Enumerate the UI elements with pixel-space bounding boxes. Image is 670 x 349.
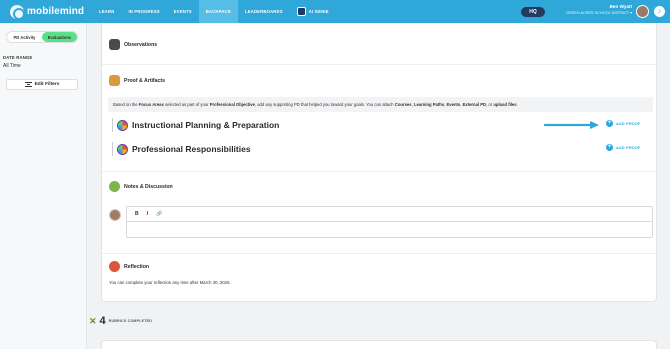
user-avatar[interactable] — [636, 5, 649, 18]
observations-header: Observations — [109, 39, 157, 50]
proof-text-8: . — [516, 102, 518, 107]
commenter-avatar — [109, 209, 121, 221]
notes-title: Notes & Discussion — [124, 183, 173, 190]
observations-title: Observations — [124, 41, 158, 48]
divider — [102, 171, 656, 172]
edit-filters-button[interactable]: Edit Filters — [6, 79, 78, 90]
add-proof-label: ADD PROOF — [616, 145, 641, 150]
reflection-icon — [109, 261, 120, 272]
user-menu[interactable]: Ben Wyatt GREEN ACRES SCHOOL DISTRICT ▾ — [566, 4, 632, 15]
reflection-header: Reflection — [109, 261, 149, 272]
binoculars-icon — [109, 39, 120, 50]
ai-genie-icon — [296, 7, 306, 16]
focus-area-row: Professional Responsibilities — [112, 142, 251, 156]
notifications-icon[interactable]: ♪ — [654, 6, 665, 17]
evaluation-card: Observations Proof & Artifacts Based on … — [101, 23, 657, 302]
proof-courses: Courses — [394, 102, 412, 107]
logo-icon — [10, 4, 25, 20]
focus-area-name: Instructional Planning & Preparation — [132, 120, 280, 130]
add-proof-label: ADD PROOF — [616, 121, 641, 126]
divider — [102, 64, 656, 65]
hq-button[interactable]: HQ — [521, 7, 545, 17]
proof-text-6: , — [460, 102, 462, 107]
comment-editor[interactable]: B I 🔗 — [126, 206, 653, 238]
bold-button[interactable]: B — [135, 211, 139, 217]
proof-text-4: , — [411, 102, 413, 107]
focus-area-row: Instructional Planning & Preparation — [112, 118, 279, 132]
main-nav: LEARN IN PROGRESS EVENTS BACKPACK LEADER… — [92, 0, 336, 23]
italic-button[interactable]: I — [147, 211, 148, 217]
nav-backpack[interactable]: BACKPACK — [198, 0, 238, 23]
toggle-pd-activity[interactable]: PD Activity — [7, 32, 42, 42]
rubrics-count: 4 — [99, 315, 106, 327]
proof-learning-paths: Learning Paths — [413, 102, 445, 107]
divider — [102, 253, 656, 254]
proof-text-7: , or — [486, 102, 493, 107]
activity-toggle: PD Activity Evaluations — [6, 31, 78, 43]
toggle-evaluations[interactable]: Evaluations — [42, 32, 77, 42]
app-logo[interactable]: mobilemind — [0, 4, 92, 20]
proof-text-5: , — [444, 102, 446, 107]
nav-ai-genie-label: AI GENIE — [308, 9, 329, 14]
proof-title: Proof & Artifacts — [124, 77, 166, 84]
focus-area-icon — [117, 119, 128, 131]
user-org: GREEN ACRES SCHOOL DISTRICT ▾ — [566, 11, 632, 15]
plus-icon: + — [606, 120, 613, 127]
focus-area-name: Professional Responsibilities — [132, 144, 251, 154]
plus-icon: + — [606, 144, 613, 151]
top-nav-bar: mobilemind LEARN IN PROGRESS EVENTS BACK… — [0, 0, 670, 23]
proof-focus-areas: Focus Areas — [138, 102, 164, 107]
user-org-name: GREEN ACRES SCHOOL DISTRICT — [566, 11, 630, 15]
reflection-title: Reflection — [124, 263, 150, 270]
focus-area-icon — [117, 143, 128, 155]
user-name: Ben Wyatt — [609, 4, 632, 9]
nav-learn[interactable]: LEARN — [92, 0, 121, 23]
arrow-pointer-icon — [544, 121, 599, 129]
nav-in-progress[interactable]: IN PROGRESS — [121, 0, 166, 23]
nav-ai-genie[interactable]: AI GENIE — [290, 0, 336, 23]
link-button[interactable]: 🔗 — [156, 211, 162, 217]
proof-upload-files[interactable]: upload files — [493, 102, 516, 107]
filter-icon — [24, 82, 32, 87]
rubric-icon: ✕ — [89, 315, 97, 326]
hq-label: HQ — [529, 9, 537, 15]
proof-header: Proof & Artifacts — [109, 75, 165, 86]
date-range-label: DATE RANGE — [3, 55, 33, 60]
chat-bubbles-icon — [109, 181, 120, 192]
nav-events[interactable]: EVENTS — [167, 0, 199, 23]
reflection-note: You can complete your reflection any tim… — [109, 280, 231, 285]
logo-text: mobilemind — [27, 6, 85, 17]
nav-leaderboards[interactable]: LEADERBOARDS — [238, 0, 290, 23]
edit-filters-label: Edit Filters — [34, 82, 60, 87]
proof-instructions: Based on the Focus Areas selected as par… — [108, 97, 653, 112]
sidebar: PD Activity Evaluations DATE RANGE All T… — [0, 23, 87, 349]
date-range-value: All Time — [3, 63, 21, 69]
notes-header: Notes & Discussion — [109, 181, 173, 192]
add-proof-button[interactable]: + ADD PROOF — [606, 144, 641, 151]
proof-text-3: , add any supporting PD that helped you … — [254, 102, 394, 107]
rubric-card — [101, 340, 657, 349]
editor-toolbar: B I 🔗 — [127, 207, 652, 222]
rubrics-label: RUBRICS COMPLETED — [108, 319, 153, 323]
proof-professional-objective: Professional Objective — [209, 102, 255, 107]
proof-external-pd: External PD — [462, 102, 487, 107]
backpack-icon — [109, 75, 120, 86]
rubrics-completed: ✕ 4 RUBRICS COMPLETED — [89, 315, 152, 327]
proof-events: Events — [446, 102, 461, 107]
proof-text-1: Based on the — [113, 102, 138, 107]
proof-text-2: selected as part of your — [165, 102, 209, 107]
add-proof-button[interactable]: + ADD PROOF — [606, 120, 641, 127]
